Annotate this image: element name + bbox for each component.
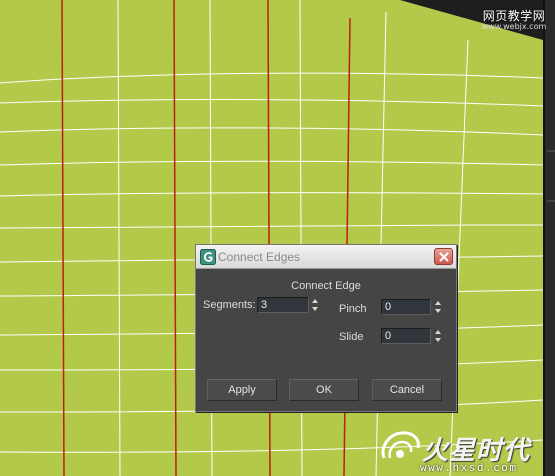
watermark-brand-url: www.hxsd.com xyxy=(420,461,518,474)
right-panel-ledge xyxy=(547,150,555,152)
segments-spinner-arrows[interactable] xyxy=(310,297,320,313)
spinner-arrows-icon xyxy=(312,299,318,311)
segments-spinner[interactable] xyxy=(257,297,323,313)
slide-spinner[interactable] xyxy=(381,328,447,344)
pinch-label: Pinch xyxy=(339,303,367,315)
dialog-title: Connect Edges xyxy=(218,250,301,264)
pinch-spinner-arrows[interactable] xyxy=(433,299,443,315)
ok-button[interactable]: OK xyxy=(289,379,359,401)
right-panel-ledge xyxy=(547,200,555,202)
segments-input[interactable] xyxy=(257,297,309,313)
app-logo-icon xyxy=(200,249,216,265)
dialog-titlebar[interactable]: Connect Edges xyxy=(196,245,456,269)
brand-logo-icon xyxy=(381,431,420,459)
slide-spinner-arrows[interactable] xyxy=(433,328,443,344)
connect-edges-dialog[interactable]: Connect Edges Connect Edge Segments: 3 P… xyxy=(195,244,457,412)
pinch-input[interactable] xyxy=(381,299,431,315)
watermark-site-url: www.webjx.com xyxy=(481,22,547,32)
spinner-arrows-icon xyxy=(435,330,441,342)
slide-input[interactable] xyxy=(381,328,431,344)
close-icon xyxy=(439,252,449,262)
viewport[interactable]: 网页教学网 www.webjx.com 火星时代 www.hxsd.com Co… xyxy=(0,0,555,476)
dialog-heading: Connect Edge xyxy=(291,280,361,292)
watermark-top: 网页教学网 www.webjx.com xyxy=(476,9,552,32)
apply-button[interactable]: Apply xyxy=(207,379,277,401)
segments-label: Segments: xyxy=(203,299,256,311)
pinch-spinner[interactable] xyxy=(381,299,447,315)
right-panel-divider xyxy=(543,0,545,476)
spinner-arrows-icon xyxy=(435,301,441,313)
cancel-button[interactable]: Cancel xyxy=(372,379,442,401)
close-button[interactable] xyxy=(434,248,453,265)
watermark-brand: 火星时代 www.hxsd.com xyxy=(378,428,550,474)
slide-label: Slide xyxy=(339,331,364,343)
